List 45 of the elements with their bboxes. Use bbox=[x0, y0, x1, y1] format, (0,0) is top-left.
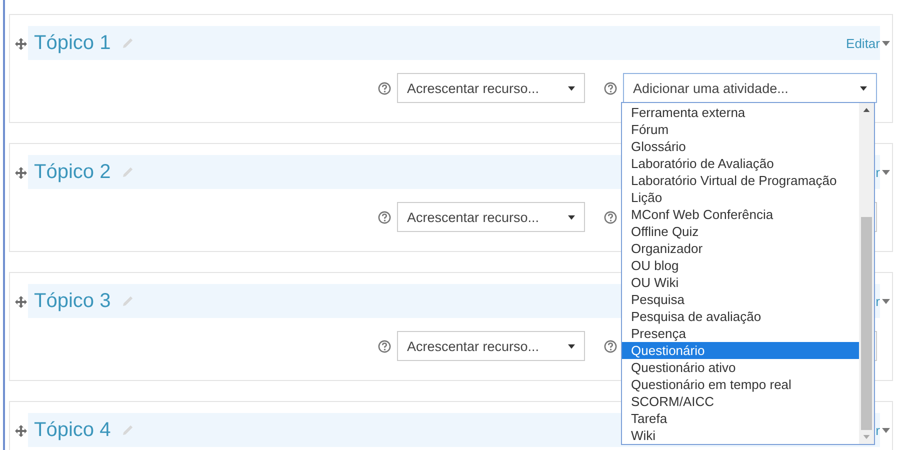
scroll-up-arrow-icon[interactable] bbox=[863, 108, 870, 112]
move-icon[interactable] bbox=[15, 425, 27, 437]
scrollbar-thumb[interactable] bbox=[861, 217, 872, 430]
caret-icon bbox=[568, 344, 575, 348]
dropdown-option[interactable]: Laboratório Virtual de Programação bbox=[622, 172, 859, 189]
dropdown-option[interactable]: Pesquisa de avaliação bbox=[622, 308, 859, 325]
caret-icon[interactable] bbox=[882, 428, 890, 432]
caret-icon bbox=[568, 214, 575, 220]
help-icon[interactable] bbox=[604, 340, 617, 352]
dropdown-option[interactable]: SCORM/AICC bbox=[622, 393, 859, 410]
move-icon[interactable] bbox=[15, 38, 27, 50]
dropdown-option[interactable]: OU Wiki bbox=[622, 274, 859, 291]
caret-icon[interactable] bbox=[882, 170, 890, 174]
dropdown-option[interactable]: Offline Quiz bbox=[622, 223, 859, 240]
dropdown-option[interactable]: Questionário ativo bbox=[622, 359, 859, 376]
caret-icon[interactable] bbox=[882, 40, 890, 46]
resource-select[interactable]: Acrescentar recurso... bbox=[397, 331, 585, 361]
resource-select[interactable]: Acrescentar recurso... bbox=[397, 73, 585, 103]
dropdown-option[interactable]: Laboratório de Avaliação bbox=[622, 155, 859, 172]
dropdown-option[interactable]: Glossário bbox=[622, 138, 859, 155]
dropdown-option[interactable]: Pesquisa bbox=[622, 291, 859, 308]
help-icon[interactable] bbox=[604, 82, 617, 94]
caret-icon[interactable] bbox=[882, 298, 890, 304]
move-icon[interactable] bbox=[15, 167, 27, 179]
dropdown-option[interactable]: Lição bbox=[622, 189, 859, 206]
dropdown-option[interactable]: Presença bbox=[622, 325, 859, 342]
help-icon[interactable] bbox=[378, 210, 391, 224]
caret-icon bbox=[860, 86, 867, 90]
help-icon[interactable] bbox=[604, 210, 617, 224]
dropdown-option[interactable]: Wiki bbox=[622, 427, 859, 444]
activity-select[interactable]: Adicionar uma atividade... bbox=[623, 73, 877, 103]
dropdown-option[interactable]: Ferramenta externa bbox=[622, 104, 859, 121]
scrollbar[interactable] bbox=[859, 103, 874, 444]
resource-select[interactable]: Acrescentar recurso... bbox=[397, 202, 585, 232]
dropdown-option[interactable]: Fórum bbox=[622, 121, 859, 138]
move-icon[interactable] bbox=[15, 296, 27, 308]
dropdown-option[interactable]: Questionário em tempo real bbox=[622, 376, 859, 393]
dropdown-option[interactable]: MConf Web Conferência bbox=[622, 206, 859, 223]
dropdown-option[interactable]: Questionário bbox=[622, 342, 859, 359]
dropdown-option[interactable]: OU blog bbox=[622, 257, 859, 274]
dropdown-option[interactable]: Tarefa bbox=[622, 410, 859, 427]
help-icon[interactable] bbox=[378, 340, 391, 352]
dropdown-option[interactable]: Organizador bbox=[622, 240, 859, 257]
caret-icon bbox=[568, 86, 575, 90]
help-icon[interactable] bbox=[378, 82, 391, 94]
